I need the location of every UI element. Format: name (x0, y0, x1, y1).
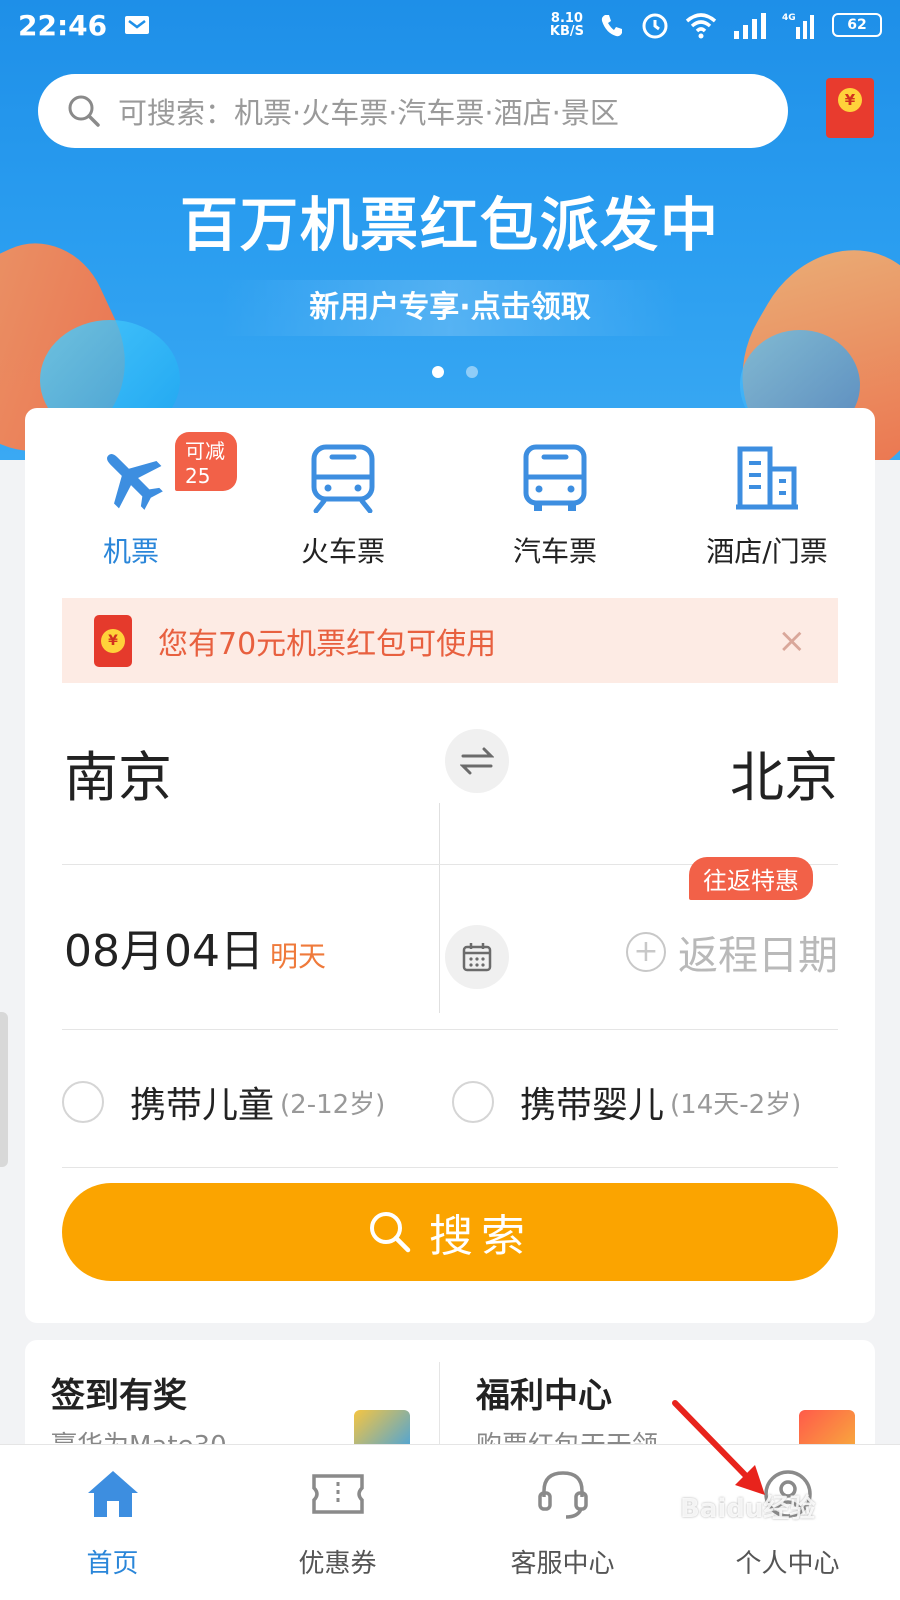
welfare-card[interactable]: 福利中心 购票红包天天领 (450, 1340, 875, 1460)
category-bus[interactable]: 汽车票 (449, 408, 661, 578)
plus-icon: + (626, 932, 666, 972)
date-row: 08月04日 明天 往返特惠 + 返程日期 (62, 857, 838, 1030)
headset-icon (534, 1465, 592, 1523)
return-date-button[interactable]: + 返程日期 (626, 923, 838, 981)
tab-label: 首页 (86, 1549, 139, 1579)
status-bar: 22:46 8.10 KB/S 4G 62 (0, 0, 900, 50)
infant-age: (14天-2岁) (670, 1089, 802, 1120)
city-row: 南京 北京 (62, 683, 838, 865)
battery-indicator: 62 (832, 13, 882, 37)
swap-cities-button[interactable] (445, 729, 509, 793)
phone-icon (601, 15, 622, 37)
home-icon (84, 1465, 142, 1523)
category-label: 汽车票 (512, 535, 597, 568)
departure-date-value: 08月04日 (64, 926, 264, 977)
tab-label: 客服中心 (510, 1549, 615, 1579)
annotation-arrow-icon (672, 1400, 765, 1495)
status-icons: 8.10 KB/S 4G 62 (550, 10, 882, 40)
alarm-icon (642, 13, 668, 39)
train-icon (305, 440, 381, 516)
discount-badge: 可减25 (175, 432, 237, 491)
tab-coupons[interactable]: 优惠券 (225, 1445, 450, 1600)
ticket-icon (309, 1465, 367, 1523)
welfare-title: 福利中心 (476, 1376, 612, 1416)
status-time: 22:46 (18, 8, 108, 42)
message-icon (125, 16, 150, 34)
swap-icon (460, 747, 494, 775)
passenger-row: 携带儿童 (2-12岁) 携带婴儿 (14天-2岁) (62, 1030, 838, 1168)
side-drawer-handle[interactable] (0, 1012, 8, 1167)
signal-icon (734, 13, 766, 39)
category-label: 机票 (102, 535, 159, 568)
net-speed-unit: KB/S (549, 24, 584, 39)
close-icon[interactable]: × (778, 624, 807, 658)
airplane-icon (93, 440, 169, 516)
calendar-button[interactable] (445, 925, 509, 989)
child-option[interactable]: 携带儿童 (2-12岁) (62, 1076, 385, 1128)
checkin-card[interactable]: 签到有奖 赢华为Mate30 (25, 1340, 450, 1460)
infant-radio[interactable] (452, 1081, 494, 1123)
date-note: 明天 (269, 940, 326, 973)
hero-banner[interactable]: 百万机票红包派发中 新用户专享·点击领取 (0, 0, 900, 460)
departure-date[interactable]: 08月04日 明天 (64, 915, 326, 979)
net-speed: 8.10 KB/S (550, 12, 584, 38)
signal-4g-icon: 4G (782, 13, 814, 39)
tab-label: 优惠券 (298, 1549, 377, 1579)
svg-text:4G: 4G (782, 13, 796, 23)
red-envelope-icon (94, 615, 132, 667)
search-bar[interactable]: 可搜索：机票·火车票·汽车票·酒店·景区 (38, 74, 788, 148)
arrival-city[interactable]: 北京 (730, 733, 838, 812)
tab-label: 个人中心 (735, 1549, 840, 1579)
pagination-dot (466, 366, 478, 378)
infant-label: 携带婴儿 (520, 1085, 665, 1126)
pagination-dot-active (432, 366, 444, 378)
departure-city[interactable]: 南京 (64, 733, 172, 812)
tab-customer-service[interactable]: 客服中心 (450, 1445, 675, 1600)
roundtrip-badge: 往返特惠 (689, 857, 813, 900)
banner-pagination (432, 366, 478, 378)
category-train[interactable]: 火车票 (237, 408, 449, 578)
search-icon (370, 1212, 411, 1253)
tab-home[interactable]: 首页 (0, 1445, 225, 1600)
search-placeholder: 可搜索：机票·火车票·汽车票·酒店·景区 (118, 96, 619, 130)
category-hotel[interactable]: 酒店/门票 (661, 408, 873, 578)
return-date-placeholder: 返程日期 (678, 933, 838, 979)
promo-banner[interactable]: 您有70元机票红包可使用 × (62, 598, 838, 684)
category-flight[interactable]: 机票 可减25 (25, 408, 237, 578)
calendar-icon (462, 943, 492, 972)
child-age: (2-12岁) (280, 1089, 386, 1120)
battery-level: 62 (847, 17, 867, 33)
promo-text: 您有70元机票红包可使用 (158, 627, 497, 662)
infant-option[interactable]: 携带婴儿 (14天-2岁) (452, 1076, 801, 1128)
bus-icon (517, 440, 593, 516)
search-button[interactable]: 搜索 (62, 1183, 838, 1281)
hotel-icon (729, 440, 805, 516)
search-button-label: 搜索 (429, 1211, 533, 1262)
search-icon (68, 95, 100, 127)
child-label: 携带儿童 (130, 1085, 275, 1126)
category-card: 机票 可减25 火车票 汽车票 酒店/门票 ¥ 您有70元机票红包可使用 × (25, 408, 875, 684)
category-label: 酒店/门票 (706, 535, 828, 568)
wifi-icon (685, 13, 717, 39)
flight-search-card: 南京 北京 08月04日 明天 往返特惠 + 返程日期 携带儿童 (2-12岁)… (25, 683, 875, 1323)
child-radio[interactable] (62, 1081, 104, 1123)
category-label: 火车票 (300, 535, 385, 568)
banner-subtitle[interactable]: 新用户专享·点击领取 (220, 280, 680, 336)
banner-title: 百万机票红包派发中 (179, 191, 720, 259)
red-envelope-icon[interactable] (826, 78, 874, 138)
category-list: 机票 可减25 火车票 汽车票 酒店/门票 (25, 408, 875, 578)
